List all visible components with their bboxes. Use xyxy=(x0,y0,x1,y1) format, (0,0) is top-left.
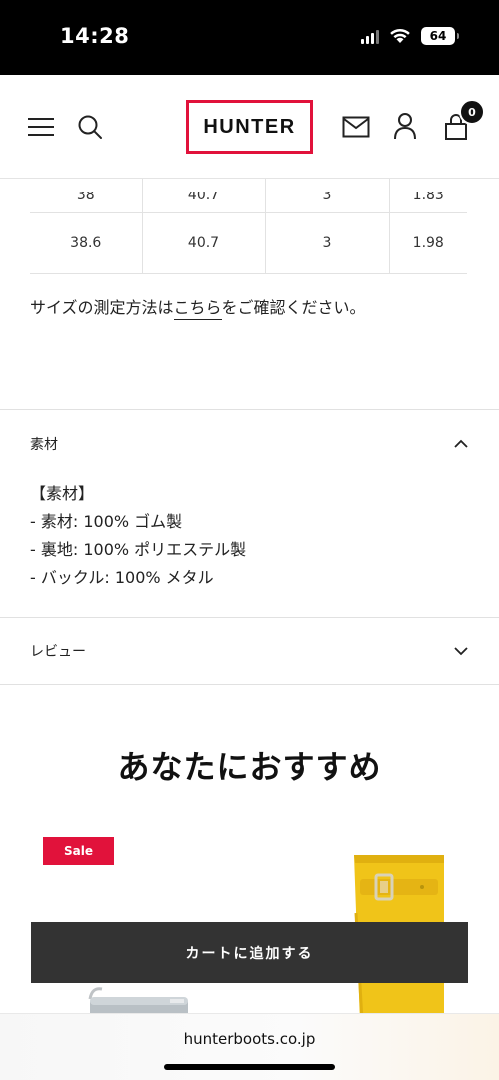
sale-badge: Sale xyxy=(43,837,114,865)
table-cell: 38.6 xyxy=(30,211,143,274)
menu-icon[interactable] xyxy=(28,115,54,139)
status-bar: 14:28 64 xyxy=(0,0,499,75)
size-table: 38 40.7 3 1.83 38.6 40.7 3 1.98 xyxy=(30,179,467,274)
material-details: 【素材】 - 素材: 100% ゴム製 - 裏地: 100% ポリエステル製 -… xyxy=(0,480,499,592)
table-cell: 38 xyxy=(30,179,143,213)
material-accordion-header[interactable]: 素材 xyxy=(0,410,499,478)
browser-address-bar[interactable]: hunterboots.co.jp xyxy=(0,1013,499,1080)
table-cell: 1.98 xyxy=(388,211,467,274)
cellular-signal-icon xyxy=(361,29,379,44)
size-measure-note: サイズの測定方法はこちらをご確認ください。 xyxy=(30,294,366,320)
account-icon[interactable] xyxy=(392,112,418,140)
table-cell: 3 xyxy=(264,211,390,274)
logo-text: HUNTER xyxy=(203,115,296,138)
chevron-down-icon xyxy=(454,647,468,656)
material-accordion: 素材 【素材】 - 素材: 100% ゴム製 - 裏地: 100% ポリエステル… xyxy=(0,409,499,592)
table-cell: 1.83 xyxy=(388,179,467,213)
recommendations-title: あなたにおすすめ xyxy=(117,748,382,786)
material-line: - 裏地: 100% ポリエステル製 xyxy=(30,540,247,559)
status-time: 14:28 xyxy=(60,24,130,48)
table-row: 38.6 40.7 3 1.98 xyxy=(30,211,467,274)
table-row: 38 40.7 3 1.83 xyxy=(30,179,467,213)
cart-icon[interactable]: 0 xyxy=(441,99,485,142)
table-cell: 40.7 xyxy=(141,179,266,213)
material-heading: 【素材】 xyxy=(30,484,95,503)
home-indicator[interactable] xyxy=(164,1064,335,1070)
wifi-icon xyxy=(390,28,410,43)
material-title: 素材 xyxy=(30,437,58,453)
table-cell: 3 xyxy=(264,179,390,213)
site-header: HUNTER 0 xyxy=(0,75,499,179)
table-cell: 40.7 xyxy=(141,211,266,274)
material-line: - バックル: 100% メタル xyxy=(30,568,214,587)
review-accordion-header[interactable]: レビュー xyxy=(0,618,499,684)
status-icons: 64 xyxy=(361,27,459,45)
add-to-cart-button[interactable]: カートに追加する xyxy=(31,922,468,983)
measure-note-text: サイズの測定方法は xyxy=(30,298,174,317)
url-text[interactable]: hunterboots.co.jp xyxy=(0,1030,499,1048)
cart-count-badge: 0 xyxy=(459,99,485,125)
mail-icon[interactable] xyxy=(342,115,370,139)
material-line: - 素材: 100% ゴム製 xyxy=(30,512,183,531)
hunter-logo[interactable]: HUNTER xyxy=(186,100,313,154)
measure-note-text-end: をご確認ください。 xyxy=(221,298,366,317)
search-icon[interactable] xyxy=(76,113,104,141)
review-title: レビュー xyxy=(30,644,86,660)
measure-guide-link[interactable]: こちら xyxy=(173,298,222,320)
battery-icon: 64 xyxy=(421,27,459,45)
review-accordion: レビュー xyxy=(0,617,499,685)
chevron-up-icon xyxy=(454,439,468,448)
